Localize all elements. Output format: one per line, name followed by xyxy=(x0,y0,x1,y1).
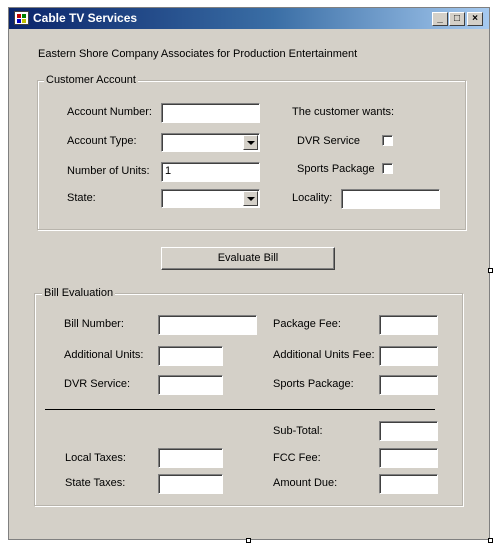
bill-evaluation-legend: Bill Evaluation xyxy=(42,287,116,299)
state-label: State: xyxy=(67,192,96,204)
local-taxes-label: Local Taxes: xyxy=(65,452,126,464)
chevron-down-icon[interactable] xyxy=(243,135,258,150)
state-combo[interactable] xyxy=(161,189,260,208)
sports-package-label: Sports Package xyxy=(297,163,375,175)
chevron-down-icon[interactable] xyxy=(243,191,258,206)
customer-account-legend: Customer Account xyxy=(44,74,138,86)
resize-handle-right[interactable] xyxy=(488,268,493,273)
dvr-service-output[interactable] xyxy=(158,375,223,395)
state-taxes-output[interactable] xyxy=(158,474,223,494)
evaluate-bill-button[interactable]: Evaluate Bill xyxy=(161,247,335,270)
package-fee-output[interactable] xyxy=(379,315,438,335)
separator-line xyxy=(45,409,435,410)
company-name: Eastern Shore Company Associates for Pro… xyxy=(38,48,358,60)
additional-units-fee-output[interactable] xyxy=(379,346,438,366)
local-taxes-output[interactable] xyxy=(158,448,223,468)
account-type-label: Account Type: xyxy=(67,135,137,147)
resize-handle-bottom[interactable] xyxy=(246,538,251,543)
locality-label: Locality: xyxy=(292,192,333,204)
sports-package-output-label: Sports Package: xyxy=(273,378,354,390)
locality-input[interactable] xyxy=(341,189,440,209)
account-number-label: Account Number: xyxy=(67,106,152,118)
dvr-service-label: DVR Service xyxy=(297,135,360,147)
account-number-input[interactable] xyxy=(161,103,260,123)
bill-number-label: Bill Number: xyxy=(64,318,124,330)
additional-units-label: Additional Units: xyxy=(64,349,144,361)
state-taxes-label: State Taxes: xyxy=(65,477,126,489)
sports-package-checkbox[interactable] xyxy=(382,163,393,174)
fcc-fee-output[interactable] xyxy=(379,448,438,468)
amount-due-label: Amount Due: xyxy=(273,477,338,489)
sports-package-output[interactable] xyxy=(379,375,438,395)
subtotal-label: Sub-Total: xyxy=(273,425,323,437)
window-title: Cable TV Services xyxy=(33,11,138,25)
maximize-button[interactable]: □ xyxy=(449,12,465,26)
close-button[interactable]: × xyxy=(467,12,483,26)
package-fee-label: Package Fee: xyxy=(273,318,341,330)
dvr-service-checkbox[interactable] xyxy=(382,135,393,146)
fcc-fee-label: FCC Fee: xyxy=(273,452,321,464)
resize-handle-corner[interactable] xyxy=(488,538,493,543)
amount-due-output[interactable] xyxy=(379,474,438,494)
units-input[interactable]: 1 xyxy=(161,162,260,182)
additional-units-fee-label: Additional Units Fee: xyxy=(273,349,375,361)
app-icon[interactable] xyxy=(14,11,29,25)
bill-number-input[interactable] xyxy=(158,315,257,335)
customer-wants-label: The customer wants: xyxy=(292,106,395,118)
units-label: Number of Units: xyxy=(67,165,150,177)
account-type-combo[interactable] xyxy=(161,133,260,152)
minimize-button[interactable]: _ xyxy=(432,12,448,26)
additional-units-input[interactable] xyxy=(158,346,223,366)
subtotal-output[interactable] xyxy=(379,421,438,441)
dvr-service-output-label: DVR Service: xyxy=(64,378,131,390)
